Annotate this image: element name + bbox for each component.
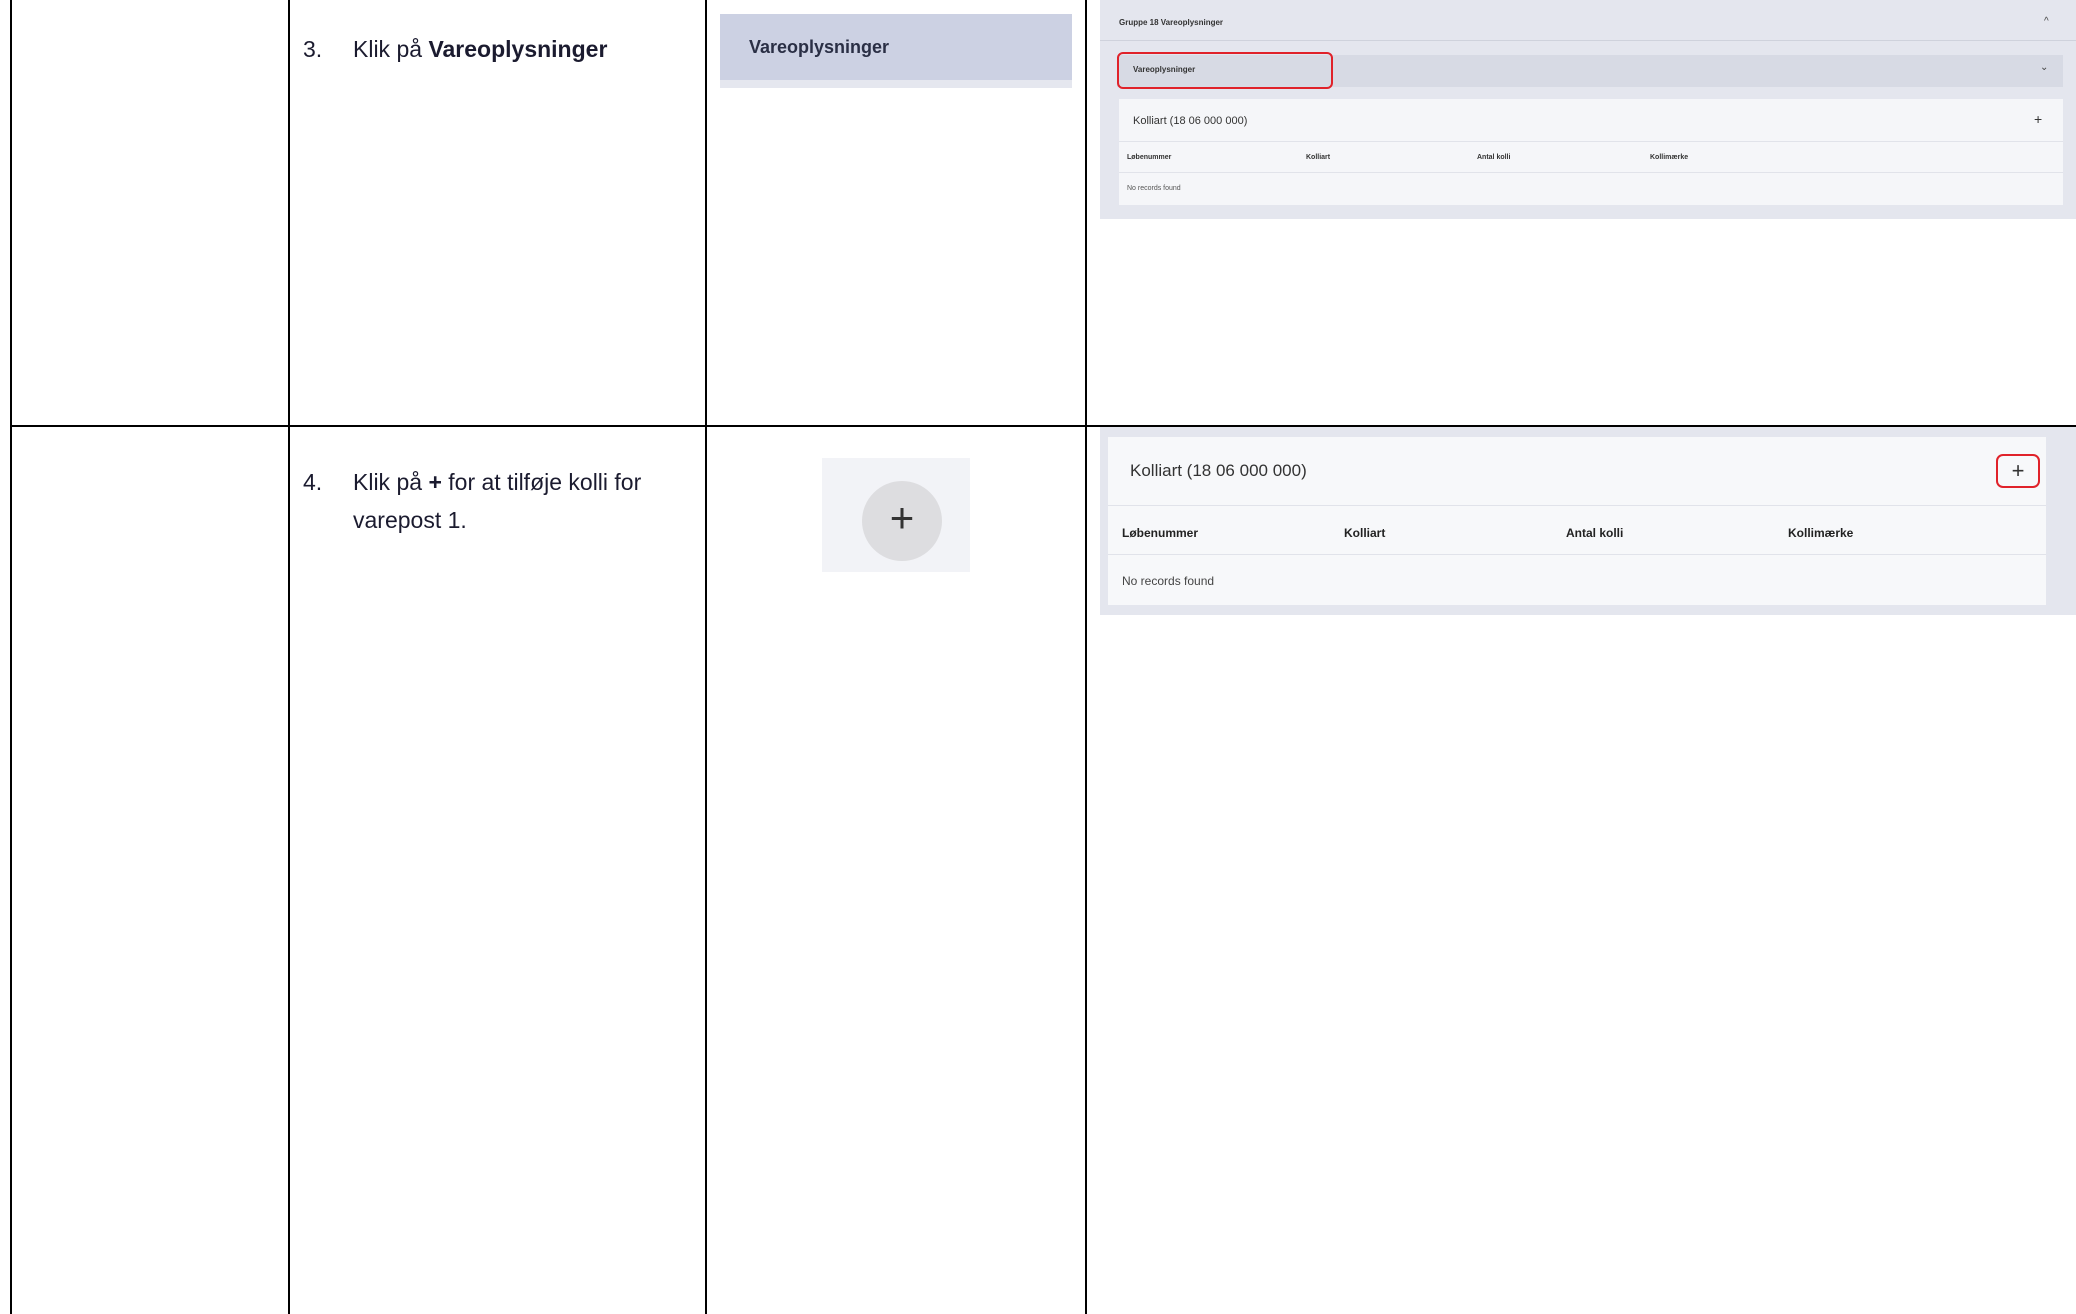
empty-state-text: No records found bbox=[1127, 185, 1181, 192]
divider bbox=[1108, 505, 2046, 506]
step-keyword: + bbox=[428, 469, 442, 495]
empty-state-text: No records found bbox=[1122, 574, 1215, 588]
table-column-divider bbox=[705, 0, 707, 1314]
column-header: Løbenummer bbox=[1122, 526, 1199, 540]
plus-icon: + bbox=[2011, 458, 2025, 483]
column-header: Løbenummer bbox=[1127, 154, 1172, 161]
kolliart-card: Kolliart (18 06 000 000) + Løbenummer Ko… bbox=[1108, 437, 2046, 605]
divider bbox=[1100, 40, 2076, 41]
column-header: Kollimærke bbox=[1788, 526, 1854, 540]
divider bbox=[1108, 554, 2046, 555]
kolliart-card: Kolliart (18 06 000 000) + Løbenummer Ko… bbox=[1119, 99, 2063, 205]
column-header: Antal kolli bbox=[1477, 154, 1511, 161]
chevron-down-icon[interactable]: ⌄ bbox=[2040, 62, 2048, 73]
table-border-left bbox=[10, 0, 12, 1314]
vareoplysninger-button-image: Vareoplysninger bbox=[720, 14, 1072, 88]
divider bbox=[1119, 172, 2063, 173]
card-title: Kolliart (18 06 000 000) bbox=[1133, 115, 1248, 127]
plus-icon[interactable]: + bbox=[2034, 111, 2042, 127]
vareoplysninger-button-label: Vareoplysninger bbox=[749, 37, 890, 57]
add-button[interactable]: + bbox=[1996, 454, 2040, 488]
card-title: Kolliart (18 06 000 000) bbox=[1130, 461, 1307, 480]
column-header: Kolliart bbox=[1344, 526, 1386, 540]
step-text: Klik på Vareoplysninger bbox=[353, 36, 608, 62]
step-text: Klik på + for at tilføje kolli for varep… bbox=[353, 469, 642, 533]
column-header: Antal kolli bbox=[1566, 526, 1624, 540]
divider bbox=[1119, 141, 2063, 142]
plus-button-image: + bbox=[822, 458, 970, 572]
collapse-caret-icon[interactable]: ^ bbox=[2044, 16, 2049, 27]
plus-icon: + bbox=[862, 481, 942, 561]
table-column-divider bbox=[288, 0, 290, 1314]
highlight-box bbox=[1117, 52, 1333, 89]
step-4-screenshot: Kolliart (18 06 000 000) + Løbenummer Ko… bbox=[1100, 427, 2076, 615]
step-3-screenshot: Gruppe 18 Vareoplysninger ^ Vareoplysnin… bbox=[1100, 0, 2076, 219]
group-title: Gruppe 18 Vareoplysninger bbox=[1119, 18, 1224, 27]
table-column-divider bbox=[1085, 0, 1087, 1314]
column-header: Kollimærke bbox=[1650, 154, 1689, 161]
step-number: 4. bbox=[303, 469, 323, 495]
step-number: 3. bbox=[303, 36, 323, 62]
column-header: Kolliart bbox=[1306, 154, 1331, 161]
step-keyword: Vareoplysninger bbox=[428, 36, 608, 62]
